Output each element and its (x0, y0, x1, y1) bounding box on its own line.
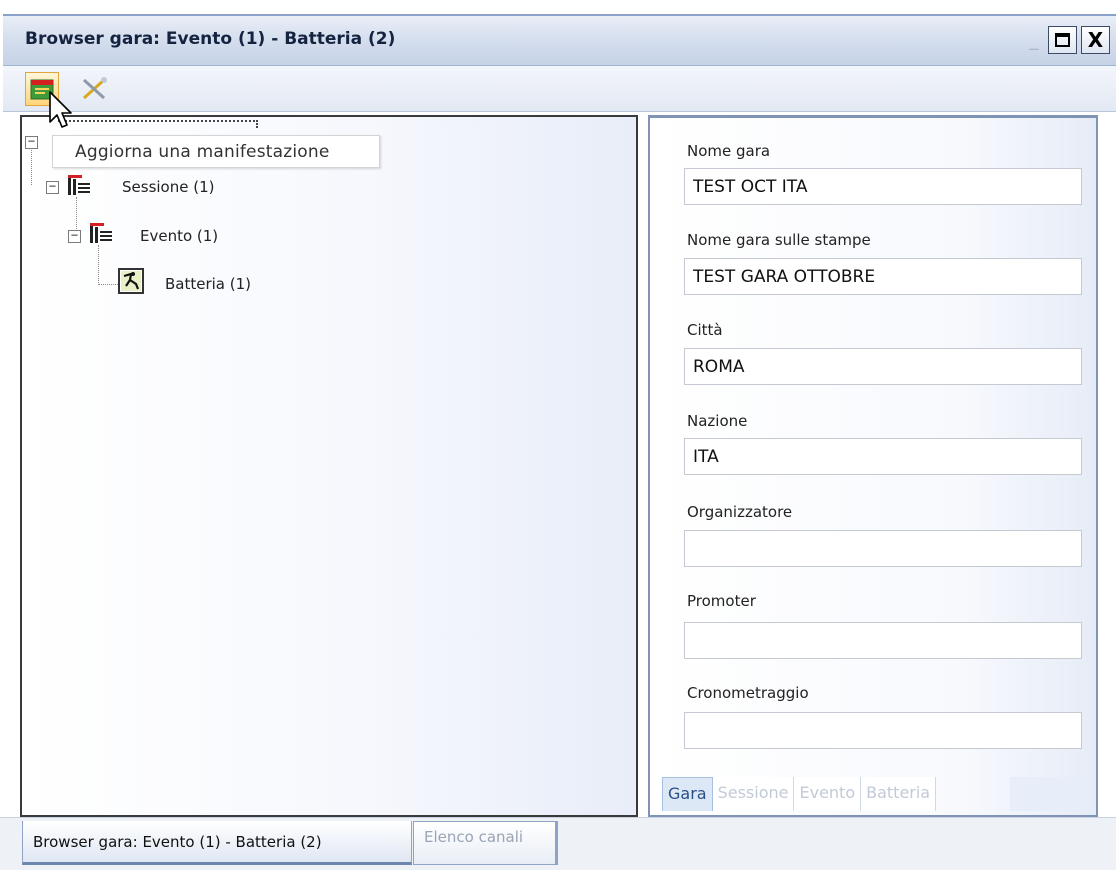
tools-icon (82, 77, 107, 100)
timing-input[interactable] (684, 712, 1082, 749)
organizer-input[interactable] (684, 530, 1082, 567)
window-titlebar[interactable]: Browser gara: Evento (1) - Batteria (2) … (3, 14, 1116, 66)
tree-connector (98, 284, 118, 285)
tree-node-session[interactable]: Sessione (1) (122, 178, 214, 196)
close-button[interactable]: X (1081, 26, 1110, 54)
field-label-organizer: Organizzatore (687, 503, 793, 521)
document-tabbar: Browser gara: Evento (1) - Batteria (2) … (0, 817, 1116, 870)
field-label-promoter: Promoter (687, 592, 756, 610)
session-expander[interactable]: − (46, 180, 59, 194)
minimize-button[interactable]: _ (1024, 26, 1044, 54)
window-top-margin (0, 0, 1116, 14)
focus-rectangle (58, 120, 258, 128)
field-label-timing: Cronometraggio (687, 684, 809, 702)
root-expander[interactable]: − (25, 135, 38, 149)
event-expander[interactable]: − (68, 229, 81, 243)
race-name-input[interactable] (684, 168, 1082, 205)
close-icon: X (1087, 28, 1104, 52)
window-controls: _ X (1024, 26, 1110, 54)
session-icon (68, 175, 90, 195)
tab-batteria[interactable]: Batteria (861, 777, 937, 811)
maximize-button[interactable] (1048, 26, 1077, 54)
tree-connector (31, 150, 32, 185)
doc-tab-channel-list[interactable]: Elenco canali (413, 821, 558, 865)
nation-input[interactable] (684, 438, 1082, 475)
field-label-print-name: Nome gara sulle stampe (687, 231, 871, 249)
field-label-city: Città (687, 321, 723, 339)
tools-button[interactable] (77, 72, 111, 106)
tab-evento[interactable]: Evento (794, 777, 862, 811)
window-title: Browser gara: Evento (1) - Batteria (2) (25, 29, 396, 49)
field-label-race-name: Nome gara (687, 142, 771, 160)
details-tabbar: Gara Sessione Evento Batteria (662, 777, 937, 811)
field-label-nation: Nazione (687, 412, 748, 430)
tree-node-event[interactable]: Evento (1) (140, 227, 218, 245)
tab-gara[interactable]: Gara (662, 777, 713, 811)
promoter-input[interactable] (684, 622, 1082, 659)
tree-node-heat[interactable]: Batteria (1) (165, 275, 251, 293)
mouse-cursor-icon (49, 91, 72, 128)
tabbar-fill (1010, 777, 1086, 811)
city-input[interactable] (684, 348, 1082, 385)
doc-tab-race-browser[interactable]: Browser gara: Evento (1) - Batteria (2) (22, 821, 412, 865)
race-tree-panel[interactable]: − Aggiorna una manifestazione − Sessione… (20, 115, 638, 817)
heat-icon (118, 268, 144, 294)
print-name-input[interactable] (684, 258, 1082, 295)
tree-connector (98, 245, 99, 285)
event-icon (90, 223, 112, 243)
toolbar (3, 66, 1116, 112)
tab-sessione[interactable]: Sessione (712, 777, 795, 811)
race-details-panel: Nome gara Nome gara sulle stampe Città N… (648, 115, 1098, 817)
maximize-icon (1055, 33, 1070, 47)
tooltip: Aggiorna una manifestazione (52, 135, 380, 168)
